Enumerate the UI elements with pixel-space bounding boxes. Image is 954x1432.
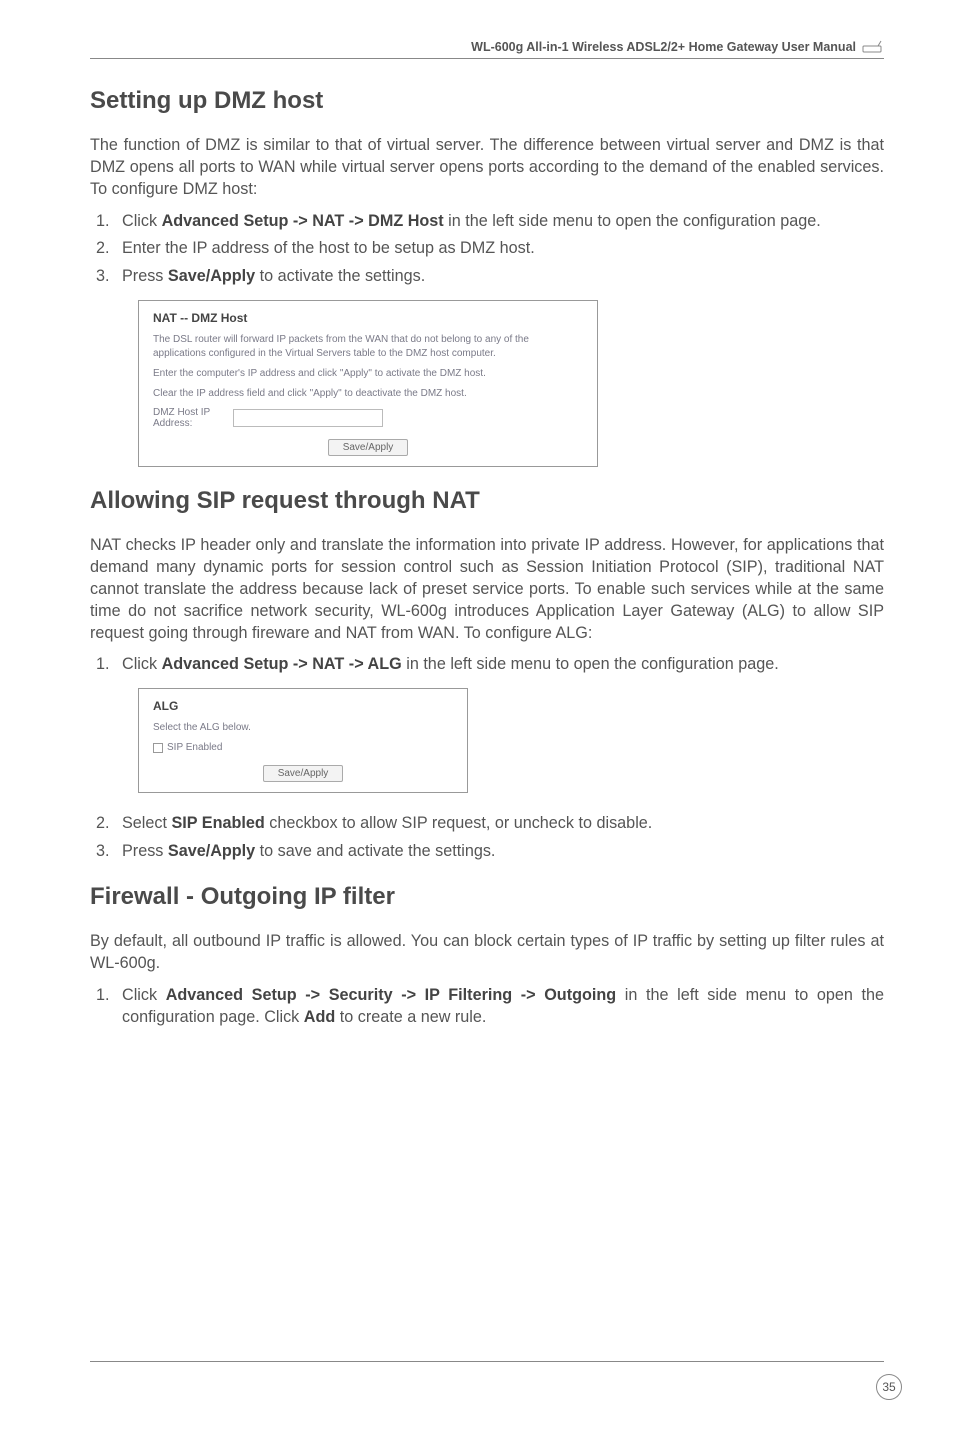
ss-btn-row: Save/Apply — [153, 437, 583, 456]
text: Click — [122, 655, 162, 673]
ss-dmz-line2: Enter the computer's IP address and clic… — [153, 367, 583, 381]
save-apply-bold: Save/Apply — [168, 842, 255, 860]
text: to create a new rule. — [335, 1008, 486, 1026]
text: in the left side menu to open the config… — [444, 212, 821, 230]
page-number: 35 — [876, 1374, 902, 1400]
sip-enabled-label: SIP Enabled — [167, 742, 222, 753]
ss-alg-line1: Select the ALG below. — [153, 721, 453, 735]
dmz-step-2: Enter the IP address of the host to be s… — [114, 238, 884, 260]
text: Select — [122, 814, 172, 832]
sip-enabled-bold: SIP Enabled — [172, 814, 265, 832]
save-apply-button[interactable]: Save/Apply — [328, 439, 409, 456]
text: to save and activate the settings. — [255, 842, 495, 860]
text: in the left side menu to open the config… — [402, 655, 779, 673]
section-title-firewall: Firewall - Outgoing IP filter — [90, 883, 884, 911]
text: Click — [122, 212, 162, 230]
section-title-dmz: Setting up DMZ host — [90, 87, 884, 115]
text: to activate the settings. — [255, 267, 425, 285]
add-bold: Add — [304, 1008, 335, 1026]
sip-enabled-checkbox[interactable] — [153, 743, 163, 753]
sip-step-1: Click Advanced Setup -> NAT -> ALG in th… — [114, 654, 884, 676]
text: Click — [122, 986, 166, 1004]
ss-dmz-row: DMZ Host IP Address: — [153, 407, 583, 429]
section-title-sip: Allowing SIP request through NAT — [90, 487, 884, 515]
firewall-steps: Click Advanced Setup -> Security -> IP F… — [114, 985, 884, 1029]
ss-btn-row: Save/Apply — [153, 763, 453, 782]
save-apply-label: Save/Apply — [168, 267, 255, 285]
sip-step-3: Press Save/Apply to save and activate th… — [114, 841, 884, 863]
ss-dmz-title: NAT -- DMZ Host — [153, 311, 583, 325]
screenshot-dmz: NAT -- DMZ Host The DSL router will forw… — [138, 300, 598, 467]
dmz-step-1: Click Advanced Setup -> NAT -> DMZ Host … — [114, 211, 884, 233]
text: checkbox to allow SIP request, or unchec… — [265, 814, 653, 832]
text: Press — [122, 267, 168, 285]
menu-path: Advanced Setup -> Security -> IP Filteri… — [166, 986, 616, 1004]
firewall-intro: By default, all outbound IP traffic is a… — [90, 931, 884, 975]
sip-intro: NAT checks IP header only and translate … — [90, 535, 884, 644]
text: Press — [122, 842, 168, 860]
menu-path: Advanced Setup -> NAT -> ALG — [162, 655, 402, 673]
ss-dmz-line1: The DSL router will forward IP packets f… — [153, 333, 583, 361]
ss-alg-chk-row: SIP Enabled — [153, 741, 453, 755]
footer-rule — [90, 1361, 884, 1362]
header-bar: WL-600g All-in-1 Wireless ADSL2/2+ Home … — [90, 40, 884, 59]
sip-steps-a: Click Advanced Setup -> NAT -> ALG in th… — [114, 654, 884, 676]
router-icon — [862, 40, 884, 54]
sip-step-2: Select SIP Enabled checkbox to allow SIP… — [114, 813, 884, 835]
dmz-step-3: Press Save/Apply to activate the setting… — [114, 266, 884, 288]
save-apply-button[interactable]: Save/Apply — [263, 765, 344, 782]
firewall-step-1: Click Advanced Setup -> Security -> IP F… — [114, 985, 884, 1029]
dmz-ip-input[interactable] — [233, 409, 383, 427]
ss-dmz-label: DMZ Host IP Address: — [153, 407, 233, 429]
ss-alg-title: ALG — [153, 699, 453, 713]
ss-dmz-line3: Clear the IP address field and click "Ap… — [153, 387, 583, 401]
screenshot-alg: ALG Select the ALG below. SIP Enabled Sa… — [138, 688, 468, 793]
dmz-steps: Click Advanced Setup -> NAT -> DMZ Host … — [114, 211, 884, 289]
dmz-intro: The function of DMZ is similar to that o… — [90, 135, 884, 201]
menu-path: Advanced Setup -> NAT -> DMZ Host — [162, 212, 444, 230]
header-title: WL-600g All-in-1 Wireless ADSL2/2+ Home … — [471, 40, 856, 54]
sip-steps-b: Select SIP Enabled checkbox to allow SIP… — [114, 813, 884, 863]
